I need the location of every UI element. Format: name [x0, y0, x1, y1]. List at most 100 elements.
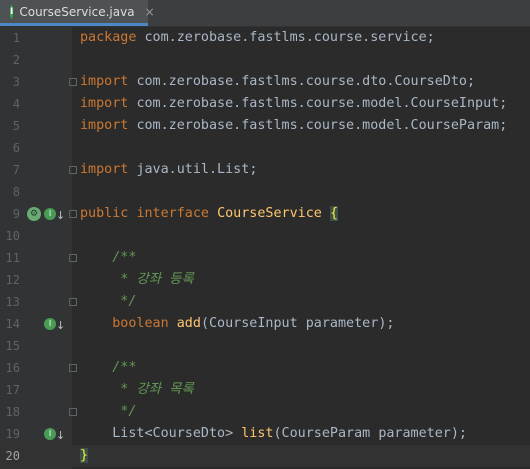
- code-line[interactable]: 5 import com.zerobase.fastlms.course.mode…: [0, 115, 530, 137]
- code-line[interactable]: 16 /**: [0, 357, 530, 379]
- code-text: import com.zerobase.fastlms.course.model…: [80, 115, 507, 137]
- code-token: /**: [80, 250, 137, 265]
- line-number: 9: [12, 207, 20, 221]
- code-line[interactable]: 3 import com.zerobase.fastlms.course.dto.…: [0, 71, 530, 93]
- code-token: }: [80, 448, 89, 463]
- code-line[interactable]: 18 */: [0, 401, 530, 423]
- code-line[interactable]: 17 * 강좌 목록: [0, 379, 530, 401]
- code-text: * 강좌 목록: [80, 379, 193, 401]
- line-number: 20: [5, 449, 20, 463]
- code-line[interactable]: 11 /**: [0, 247, 530, 269]
- code-token: com.zerobase.fastlms.course.model.Course…: [136, 96, 500, 111]
- code-line[interactable]: 9 ⚙ I ↓ public interface CourseService {: [0, 203, 530, 225]
- code-line[interactable]: 1 package com.zerobase.fastlms.course.ser…: [0, 27, 530, 49]
- code-token: com.zerobase.fastlms.course.service: [144, 30, 427, 45]
- go-to-implementation-icon[interactable]: ↓: [56, 205, 65, 227]
- fold-marker-icon[interactable]: [69, 364, 77, 372]
- line-number: 5: [12, 119, 20, 133]
- line-number: 7: [12, 163, 20, 177]
- code-text: import com.zerobase.fastlms.course.model…: [80, 93, 507, 115]
- implemented-icon[interactable]: I: [44, 318, 56, 330]
- code-token: parameter: [378, 426, 451, 441]
- code-token: import: [80, 74, 137, 89]
- code-token: (CourseParam: [273, 426, 379, 441]
- code-line[interactable]: 20}: [0, 445, 530, 467]
- go-to-implementation-icon[interactable]: ↓: [56, 425, 65, 447]
- code-line[interactable]: 6: [0, 137, 530, 159]
- code-line[interactable]: 4 import com.zerobase.fastlms.course.mode…: [0, 93, 530, 115]
- code-token: */: [80, 404, 137, 419]
- fold-marker-icon[interactable]: [69, 254, 77, 262]
- code-text: List<CourseDto> list(CourseParam paramet…: [80, 423, 467, 445]
- go-to-implementation-icon[interactable]: ↓: [56, 315, 65, 337]
- line-number: 15: [5, 339, 20, 353]
- interface-icon: I: [10, 4, 14, 19]
- code-line[interactable]: 10: [0, 225, 530, 247]
- code-text: */: [80, 291, 136, 313]
- code-line[interactable]: 13 */: [0, 291, 530, 313]
- code-line[interactable]: 7 import java.util.List;: [0, 159, 530, 181]
- fold-marker-icon[interactable]: [69, 210, 77, 218]
- code-text: * 강좌 등록: [80, 269, 193, 291]
- code-token: ;: [499, 96, 508, 111]
- code-text: boolean add(CourseInput parameter);: [80, 313, 394, 335]
- code-line[interactable]: 19 I ↓ List<CourseDto> list(CourseParam pa…: [0, 423, 530, 445]
- code-token: ;: [466, 74, 476, 89]
- code-token: parameter: [305, 316, 379, 331]
- close-icon[interactable]: ×: [145, 5, 155, 19]
- code-token: ;: [249, 162, 258, 177]
- code-line[interactable]: 15: [0, 335, 530, 357]
- implemented-icon[interactable]: I: [44, 208, 56, 220]
- fold-marker-icon[interactable]: [69, 166, 77, 174]
- code-token: (CourseInput: [200, 316, 306, 331]
- code-token: );: [378, 316, 395, 331]
- code-token: ;: [499, 118, 508, 133]
- tab-title: CourseService.java: [19, 4, 135, 19]
- code-token: /**: [80, 360, 137, 375]
- code-token: boolean: [80, 316, 177, 331]
- line-number: 6: [12, 141, 20, 155]
- code-token: CourseService: [217, 206, 330, 221]
- code-token: add: [176, 316, 201, 331]
- code-text: public interface CourseService {: [80, 203, 338, 225]
- line-number: 12: [5, 273, 20, 287]
- code-editor[interactable]: 1 package com.zerobase.fastlms.course.ser…: [0, 27, 530, 469]
- line-number: 10: [5, 229, 20, 243]
- spring-bean-icon[interactable]: ⚙: [27, 207, 41, 221]
- line-number: 2: [12, 53, 20, 67]
- code-line[interactable]: 12 * 강좌 등록: [0, 269, 530, 291]
- code-token: import: [80, 96, 137, 111]
- code-token: import: [80, 162, 137, 177]
- fold-marker-icon[interactable]: [69, 78, 77, 86]
- code-token: */: [80, 294, 137, 309]
- fold-marker-icon[interactable]: [69, 298, 77, 306]
- code-line[interactable]: 14 I ↓ boolean add(CourseInput parameter);: [0, 313, 530, 335]
- code-text: }: [80, 445, 89, 467]
- line-number: 13: [5, 295, 20, 309]
- code-token: package: [80, 30, 145, 45]
- code-token: java.util.List: [136, 162, 250, 177]
- implemented-icon[interactable]: I: [44, 428, 56, 440]
- code-token: interface: [136, 206, 218, 221]
- code-text: /**: [80, 357, 136, 379]
- line-number: 16: [5, 361, 20, 375]
- code-text: import com.zerobase.fastlms.course.dto.C…: [80, 71, 475, 93]
- code-text: */: [80, 401, 136, 423]
- code-token: list: [241, 426, 274, 441]
- line-number: 11: [5, 251, 20, 265]
- line-number: 17: [5, 383, 20, 397]
- code-text: /**: [80, 247, 136, 269]
- code-token: );: [450, 426, 467, 441]
- line-number: 1: [12, 31, 20, 45]
- code-line[interactable]: 8: [0, 181, 530, 203]
- code-token: com.zerobase.fastlms.course.dto.CourseDt…: [136, 74, 467, 89]
- code-text: import java.util.List;: [80, 159, 257, 181]
- line-number: 14: [5, 317, 20, 331]
- line-number: 18: [5, 405, 20, 419]
- code-token: List<CourseDto>: [80, 426, 242, 441]
- line-number: 4: [12, 97, 20, 111]
- fold-marker-icon[interactable]: [69, 408, 77, 416]
- code-line[interactable]: 2: [0, 49, 530, 71]
- tab-courseservice[interactable]: I CourseService.java ×: [0, 0, 155, 26]
- code-token: com.zerobase.fastlms.course.model.Course…: [136, 118, 500, 133]
